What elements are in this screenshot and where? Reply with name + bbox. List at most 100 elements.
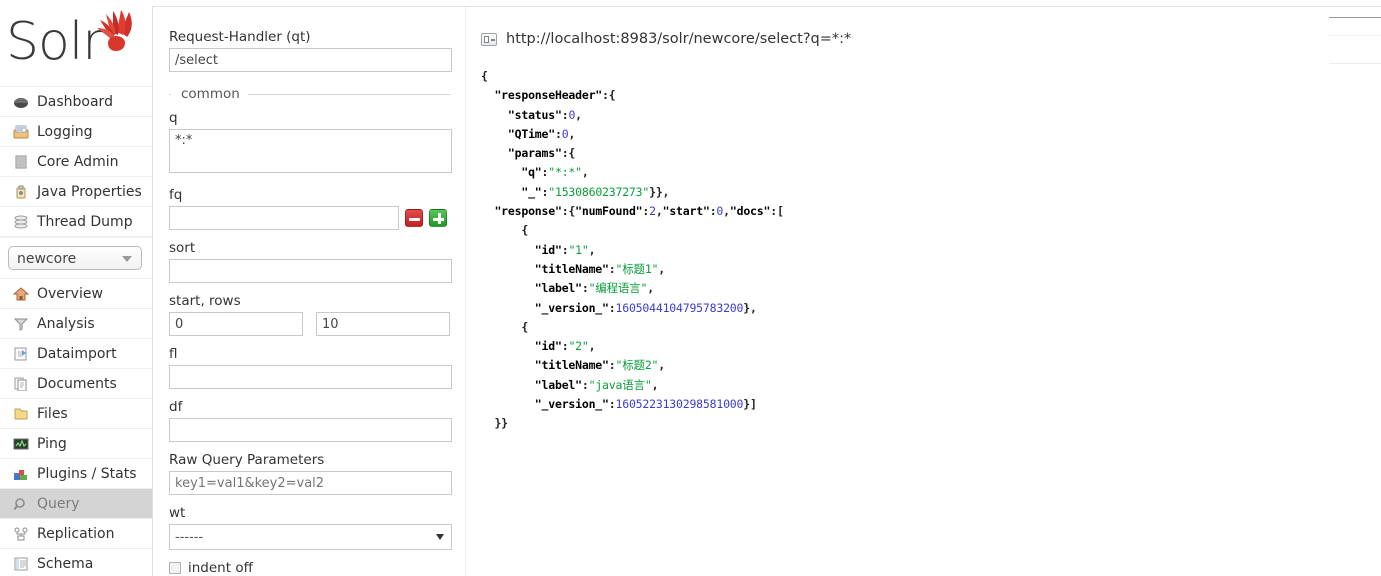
solr-admin-page: Solr Dashboard Logging Core Admin Java P… xyxy=(0,0,1381,576)
replication-icon xyxy=(12,526,30,542)
overview-icon xyxy=(12,286,30,302)
fl-input[interactable] xyxy=(169,365,452,389)
dashboard-icon xyxy=(12,94,30,110)
sidebar-item-label: Files xyxy=(37,405,68,422)
sidebar-item-label: Java Properties xyxy=(37,183,142,200)
sidebar-item-thread-dump[interactable]: Thread Dump xyxy=(0,207,152,237)
raw-query-parameters-input[interactable] xyxy=(169,471,452,495)
query-icon xyxy=(12,496,30,512)
result-panel: http://localhost:8983/solr/newcore/selec… xyxy=(467,7,1381,576)
sidebar-item-core-admin[interactable]: Core Admin xyxy=(0,147,152,177)
java-properties-icon xyxy=(12,184,30,200)
documents-icon xyxy=(12,376,30,392)
plugins-icon xyxy=(12,466,30,482)
fq-input[interactable] xyxy=(169,206,399,230)
core-admin-icon xyxy=(12,154,30,170)
indent-off-label: indent off xyxy=(188,560,253,576)
fl-field: fl xyxy=(169,346,452,389)
solr-fan-logo-icon xyxy=(97,10,132,51)
sort-input[interactable] xyxy=(169,259,452,283)
sidebar-item-files[interactable]: Files xyxy=(0,399,152,429)
request-handler-label: Request-Handler (qt) xyxy=(169,29,311,45)
df-label: df xyxy=(169,399,183,415)
q-field: q *:* xyxy=(169,110,452,177)
rows-input[interactable] xyxy=(316,312,450,336)
sidebar-item-dataimport[interactable]: Dataimport xyxy=(0,339,152,369)
sidebar-item-label: Ping xyxy=(37,435,67,452)
top-divider-1 xyxy=(1329,17,1381,18)
start-rows-field: start, rows xyxy=(169,293,451,336)
core-selector-wrap: newcore xyxy=(0,237,152,278)
start-input[interactable] xyxy=(169,312,303,336)
sidebar-item-plugins-stats[interactable]: Plugins / Stats xyxy=(0,459,152,489)
sidebar-item-label: Query xyxy=(37,495,80,512)
sidebar-item-label: Dataimport xyxy=(37,345,117,362)
files-icon xyxy=(12,406,30,422)
request-handler-input[interactable] xyxy=(169,48,452,72)
top-divider-3 xyxy=(1329,63,1381,64)
sidebar-item-label: Analysis xyxy=(37,315,95,332)
core-selector-value: newcore xyxy=(17,251,77,267)
fq-field: fq xyxy=(169,187,451,230)
core-selector[interactable]: newcore xyxy=(8,246,142,270)
start-rows-label: start, rows xyxy=(169,293,241,309)
sidebar-core-nav: Overview Analysis Dataimport Documents F… xyxy=(0,278,152,576)
q-textarea[interactable]: *:* xyxy=(169,129,452,173)
content-panel: Request-Handler (qt) common q *:* fq xyxy=(152,6,1381,576)
request-url-link[interactable]: http://localhost:8983/solr/newcore/selec… xyxy=(506,31,851,47)
json-response: { "responseHeader":{ "status":0, "QTime"… xyxy=(481,69,784,431)
sort-field: sort xyxy=(169,240,452,283)
sidebar-item-query[interactable]: Query xyxy=(0,489,152,519)
sidebar-item-analysis[interactable]: Analysis xyxy=(0,309,152,339)
sidebar-item-dashboard[interactable]: Dashboard xyxy=(0,87,152,117)
sidebar-item-label: Core Admin xyxy=(37,153,119,170)
sidebar-item-label: Replication xyxy=(37,525,115,542)
raw-query-parameters-field: Raw Query Parameters xyxy=(169,452,452,495)
sidebar: Solr Dashboard Logging Core Admin Java P… xyxy=(0,0,152,576)
plus-icon-vertical xyxy=(437,213,441,224)
ping-icon xyxy=(12,436,30,452)
analysis-icon xyxy=(12,316,30,332)
sort-label: sort xyxy=(169,240,196,256)
indent-off-row[interactable]: indent off xyxy=(169,560,451,576)
screen-icon xyxy=(481,32,497,46)
raw-query-parameters-label: Raw Query Parameters xyxy=(169,452,325,468)
sidebar-item-label: Schema xyxy=(37,555,94,572)
request-url-bar[interactable]: http://localhost:8983/solr/newcore/selec… xyxy=(481,29,1381,49)
sidebar-item-schema[interactable]: Schema xyxy=(0,549,152,576)
dataimport-icon xyxy=(12,346,30,362)
wt-field: wt ------ xyxy=(169,505,452,550)
sidebar-item-overview[interactable]: Overview xyxy=(0,279,152,309)
df-input[interactable] xyxy=(169,418,452,442)
sidebar-item-label: Overview xyxy=(37,285,103,302)
sidebar-item-replication[interactable]: Replication xyxy=(0,519,152,549)
schema-icon xyxy=(12,556,30,572)
df-field: df xyxy=(169,399,452,442)
sidebar-item-ping[interactable]: Ping xyxy=(0,429,152,459)
sidebar-item-label: Logging xyxy=(37,123,93,140)
query-form: Request-Handler (qt) common q *:* fq xyxy=(153,7,466,576)
q-label: q xyxy=(169,110,178,126)
chevron-down-icon xyxy=(122,256,132,262)
sidebar-item-documents[interactable]: Documents xyxy=(0,369,152,399)
minus-icon xyxy=(409,217,420,221)
sidebar-item-label: Documents xyxy=(37,375,117,392)
request-handler-field: Request-Handler (qt) xyxy=(169,29,452,72)
top-divider-2 xyxy=(1329,35,1381,36)
sidebar-item-java-properties[interactable]: Java Properties xyxy=(0,177,152,207)
thread-dump-icon xyxy=(12,214,30,230)
fq-add-button[interactable] xyxy=(429,209,447,227)
fq-remove-button[interactable] xyxy=(405,209,423,227)
sidebar-item-label: Plugins / Stats xyxy=(37,465,137,482)
sidebar-global-nav: Dashboard Logging Core Admin Java Proper… xyxy=(0,86,152,237)
solr-logo[interactable]: Solr xyxy=(0,0,152,86)
logging-icon xyxy=(12,124,30,140)
wt-select[interactable]: ------ xyxy=(169,524,452,550)
common-fieldset: common xyxy=(169,86,451,102)
sidebar-item-logging[interactable]: Logging xyxy=(0,117,152,147)
indent-off-checkbox[interactable] xyxy=(169,562,181,574)
wt-label: wt xyxy=(169,505,186,521)
fq-label: fq xyxy=(169,187,183,203)
common-legend: common xyxy=(181,86,240,102)
sidebar-item-label: Thread Dump xyxy=(37,213,133,230)
